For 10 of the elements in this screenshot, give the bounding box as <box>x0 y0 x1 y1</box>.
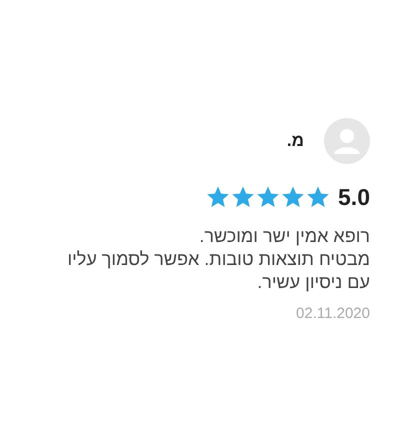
star-icon <box>281 185 306 210</box>
star-icon <box>306 185 330 210</box>
star-icon <box>231 185 256 210</box>
rating-value: 5.0 <box>338 183 370 212</box>
star-icon <box>256 185 280 210</box>
star-icon <box>206 185 230 210</box>
review-date: 02.11.2020 <box>296 304 370 322</box>
author-name: מ. <box>286 130 304 152</box>
review-text: רופא אמין ישר ומוכשר. מבטיח תוצאות טובות. אפשר לסמוך עליו עם ניסיון עשיר. <box>66 224 370 294</box>
avatar-icon <box>324 118 370 164</box>
